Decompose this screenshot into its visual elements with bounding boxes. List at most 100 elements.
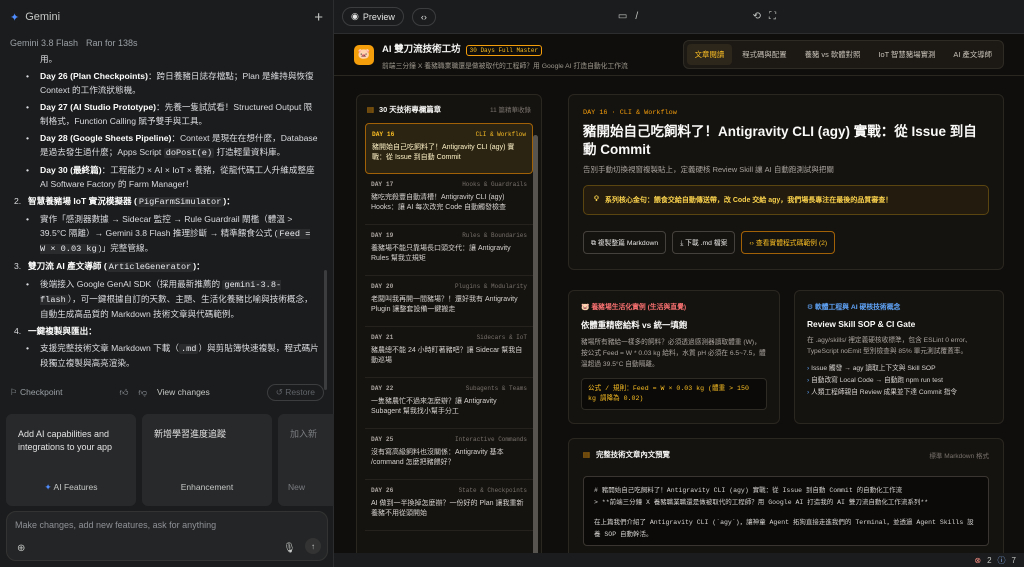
send-icon[interactable]: ↑ [305, 538, 321, 554]
farm-example-card: 🐷 養豬場生活化實例 (生活與直覺) 依體重精密給料 vs 統一填飽 豬場所有豬… [568, 290, 780, 424]
chapter-list-header: ▤ 30 天技術專欄篇章 11 篇精華收錄 [357, 95, 541, 123]
article-title: 豬開始自己吃飼料了！Antigravity CLI (agy) 實戰：從 Iss… [583, 124, 977, 157]
suggestion-card[interactable]: 新增學習進度追蹤 Enhancement [142, 414, 272, 506]
microphone-icon[interactable]: 🎙︎ [283, 543, 296, 554]
list-item: • 後端接入 Google GenAI SDK（採用最新推薦的 gemini-3.… [26, 279, 313, 319]
chapter-category: Hooks & Guardrails [462, 181, 527, 188]
copy-markdown-button[interactable]: ⧉ 複製整篇 Markdown [583, 231, 667, 254]
chapter-item[interactable]: DAY 16 CLI & Workflow 豬開始自己吃飼料了！Antigravit… [365, 123, 533, 174]
nav-tab-code[interactable]: 程式碼與配置 [734, 44, 794, 65]
inline-code: ArticleGenerator [106, 262, 194, 272]
chip-icon: ⚙ [807, 304, 814, 311]
site-title: AI 雙刀流技術工坊 [382, 44, 461, 55]
item-text: 支援完整技術文章 Markdown 下載（ [40, 343, 179, 353]
chapter-title: 豬吃完殺豐自動清槽！Antigravity CLI (agy) Hooks：讓 … [371, 193, 506, 212]
section-number: 2. [14, 196, 22, 206]
tech-step: 人類工程師親自 Review 成果並下達 Commit 指令 [807, 387, 991, 399]
eye-icon: ◉ [351, 11, 359, 21]
view-code-examples-button[interactable]: ‹› 查看實體程式碼範例 (2) [741, 231, 836, 254]
chapter-category: Subagents & Teams [465, 385, 527, 392]
error-icon[interactable]: ⊗ [974, 556, 981, 565]
site-subtitle: 前端三分鐘 X 養豬職業職還是做被取代的工程師？用 Google AI 打造自動… [382, 63, 628, 70]
section-4: 4. 一鍵複製與匯出： [14, 324, 320, 338]
preview-toolbar: ◉ Preview ‹› ▭ / ⟲ ⛶ [334, 0, 1024, 34]
add-attachment-icon[interactable]: ⊕ [17, 543, 25, 554]
item-text: 實作「感測器數據 → Sidecar 監控 → Rule Guardrail 閘… [40, 214, 293, 238]
chapter-list-title: 30 天技術專欄篇章 [378, 104, 441, 114]
pig-logo-icon: 🐷 [354, 44, 374, 65]
lightbulb-icon: 💡︎ [594, 196, 599, 203]
chapter-item[interactable]: DAY 25 Interactive Commands 沒有寫高級飼料也沒關係：An… [365, 429, 533, 480]
nav-tab-article[interactable]: 文章閱讀 [686, 44, 733, 65]
chapter-item[interactable]: DAY 19 Rules & Boundaries 養豬場不能只靠場長口頭交代：讓 … [365, 225, 533, 276]
preview-label: Preview [362, 11, 395, 22]
chapter-title: 沒有寫高級飼料也沒關係：Antigravity 基本 /command 怎麼把豬… [371, 448, 504, 467]
nav-tab-iot[interactable]: IoT 智慧豬場實測 [870, 44, 943, 65]
suggestion-card[interactable]: Add AI capabilities and integrations to … [6, 414, 136, 506]
farm-example-title: 依體重精密給料 vs 統一填飽 [581, 320, 688, 330]
preview-tab[interactable]: ◉ Preview [342, 7, 404, 26]
tech-steps: Issue 觸發 → agy 讀取上下文與 Skill SOP 自動改寫 Loc… [807, 363, 991, 399]
chapter-category: CLI & Workflow [475, 131, 526, 138]
tech-concept-label-text: 軟體工程與 AI 硬核技術概念 [814, 304, 901, 311]
device-icon[interactable]: ▭ [618, 11, 627, 22]
inline-code: doPost(e) [163, 148, 215, 158]
status-bar: ⊗ 2 ⓘ 7 [334, 553, 1024, 567]
chapter-category: State & Checkpoints [458, 487, 527, 494]
thumbs-up-icon[interactable]: 👍︎ [119, 387, 128, 398]
new-chat-plus-icon[interactable]: + [314, 9, 323, 26]
chat-scrollbar[interactable] [324, 270, 327, 390]
chapter-item[interactable]: DAY 17 Hooks & Guardrails 豬吃完殺豐自動清槽！Antigr… [365, 174, 533, 225]
download-md-button[interactable]: ⤓ 下載 .md 檔案 [672, 231, 736, 254]
nav-tab-compare[interactable]: 養豬 vs 軟體對照 [797, 44, 869, 65]
article-subtitle: 告別手動切換視窗複製貼上，定義硬核 Review Skill 讓 AI 自動跑測… [583, 165, 834, 174]
section-end: )： [223, 196, 235, 206]
section-title: 雙刀流 AI 產文導師 ( [28, 261, 107, 271]
chapter-item[interactable]: DAY 22 Subagents & Teams 一隻豬農忙不過來怎麼辦？讓 Ant… [365, 378, 533, 429]
chapter-count: 11 篇精華收錄 [489, 107, 531, 114]
code-tab[interactable]: ‹› [411, 7, 436, 26]
chapter-item[interactable]: DAY 20 Plugins & Modularity 老闆叫我再開一間豬場？！還好… [365, 276, 533, 327]
site-header: 🐷 AI 雙刀流技術工坊 30 Days Full Master 前端三分鐘 X … [334, 34, 1024, 76]
prompt-input[interactable]: Make changes, add new features, ask for … [6, 511, 328, 561]
download-md-label: 下載 .md 檔案 [685, 240, 728, 247]
farm-example-label: 🐷 養豬場生活化實例 (生活與直覺) [581, 301, 767, 311]
markdown-line: # 豬開始自己吃飼料了！Antigravity CLI (agy) 實戰：從 I… [594, 487, 903, 494]
section-end: ： [88, 326, 97, 336]
card-label-text: AI Features [53, 482, 98, 492]
chapter-item[interactable]: DAY 21 Sidecars & IoT 豬農總不能 24 小時盯著豬吧？讓 Si… [365, 327, 533, 378]
chapter-title: 豬農總不能 24 小時盯著豬吧？讓 Sidecar 幫我自動巡場 [371, 346, 523, 365]
chapter-item[interactable]: DAY 26 State & Checkpoints AI 做到一半換掉怎麼辦？一份… [365, 480, 533, 531]
refresh-icon[interactable]: ⟲ [753, 11, 761, 22]
chapter-list-scrollbar[interactable] [533, 135, 538, 553]
section-title: 一鍵複製與匯出 [28, 326, 89, 336]
view-changes-button[interactable]: View changes [157, 387, 210, 397]
book-icon: ▤ [367, 104, 374, 114]
restore-label: Restore [285, 386, 315, 397]
tech-concept-label: ⚙ 軟體工程與 AI 硬核技術概念 [807, 301, 991, 311]
suggestion-card[interactable]: 加入新 New [278, 414, 334, 506]
feed-formula: 公式 / 規則：Feed = W × 0.03 kg (體重 > 150 kg … [581, 378, 767, 410]
copy-icon: ⧉ [591, 240, 596, 247]
restore-button[interactable]: ↺ Restore [266, 383, 324, 401]
farm-example-body: 豬場所有豬給一樣多的飼料？必須透過感測器讀取體重 (W)，按公式 Feed = … [581, 339, 766, 368]
preview-frame: 🐷 AI 雙刀流技術工坊 30 Days Full Master 前端三分鐘 X … [334, 34, 1024, 553]
core-quote: 💡︎ 系列核心金句：餵食交給自動傳送帶，改 Code 交給 agy，我們場長專注在… [583, 185, 989, 215]
nav-tab-generator[interactable]: AI 產文導師 [945, 44, 1000, 65]
inline-code: .md [178, 344, 199, 354]
section-end: )： [193, 261, 205, 271]
fullscreen-icon[interactable]: ⛶ [769, 11, 776, 22]
article-hero: DAY 16 · CLI & Workflow 豬開始自己吃飼料了！Antigr… [568, 94, 1004, 270]
info-icon[interactable]: ⓘ [998, 555, 1006, 566]
site-brand: AI 雙刀流技術工坊 30 Days Full Master 前端三分鐘 X 養豬… [382, 39, 628, 70]
flag-icon: ⚐ [10, 386, 18, 397]
url-path[interactable]: / [635, 11, 638, 22]
article-actions: ⧉ 複製整篇 Markdown ⤓ 下載 .md 檔案 ‹› 查看實體程式碼範例… [583, 231, 989, 254]
checkpoint-button[interactable]: ⚐ Checkpoint [10, 387, 63, 398]
thumbs-down-icon[interactable]: 👎︎ [138, 387, 147, 398]
chapter-category: Interactive Commands [454, 436, 527, 443]
item-text: 後端接入 Google GenAI SDK（採用最新推薦的 [40, 279, 223, 289]
tech-concept-body: 在 .agy/skills/ 裡定義硬核收標準，包含 ESLint 0 erro… [807, 337, 972, 355]
card-label: Enhancement [180, 482, 234, 492]
article-preview: ▤ 完整技術文章內文預覽 標準 Markdown 格式 # 豬開始自己吃飼料了！An… [568, 438, 1004, 553]
